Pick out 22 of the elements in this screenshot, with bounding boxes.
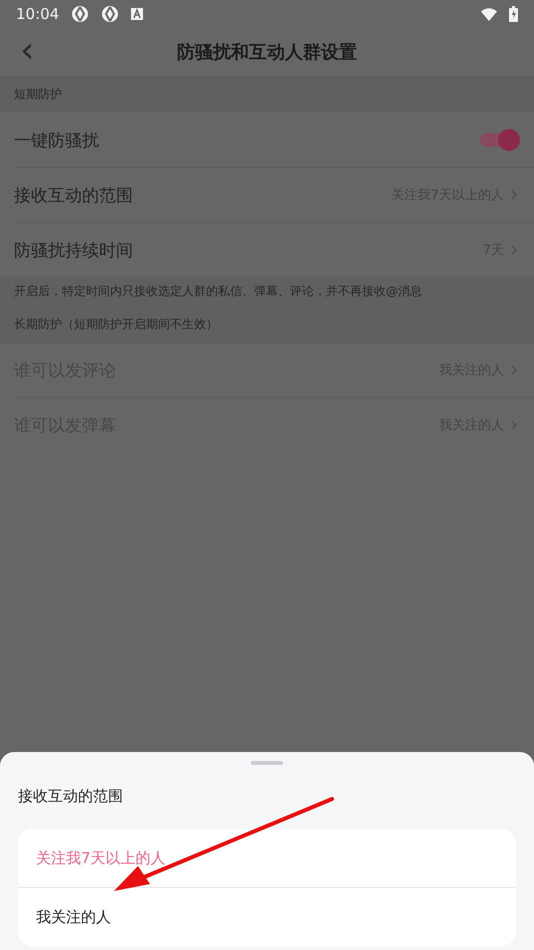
back-button[interactable]: ‹ [14, 34, 40, 68]
section-label: 短期防护 [0, 76, 534, 113]
setting-label: 防骚扰持续时间 [14, 240, 134, 262]
wifi-icon [481, 8, 497, 20]
chevron-icon [510, 365, 518, 375]
setting-label: 接收互动的范围 [14, 184, 134, 206]
status-time: 10:04 [16, 5, 60, 23]
setting-label: 一键防骚扰 [14, 130, 100, 152]
option-item[interactable]: 我关注的人 [18, 888, 516, 946]
hint-text: 开启后，特定时间内只接收选定人群的私信、弹幕、评论，并不再接收@消息 [0, 277, 534, 306]
chevron-icon [510, 245, 518, 255]
toggle-switch[interactable] [480, 130, 518, 150]
sheet-title: 接收互动的范围 [17, 786, 124, 807]
app-icon [101, 5, 120, 23]
app-icon [71, 5, 90, 23]
notification-icon [131, 8, 144, 20]
chevron-icon [510, 420, 518, 430]
section-label: 长期防护（短期防护开启期间不生效） [0, 306, 534, 343]
chevron-icon [510, 190, 518, 200]
page-title: 防骚扰和互动人群设置 [177, 41, 357, 64]
drag-handle[interactable] [251, 761, 283, 765]
battery-icon [509, 6, 518, 22]
